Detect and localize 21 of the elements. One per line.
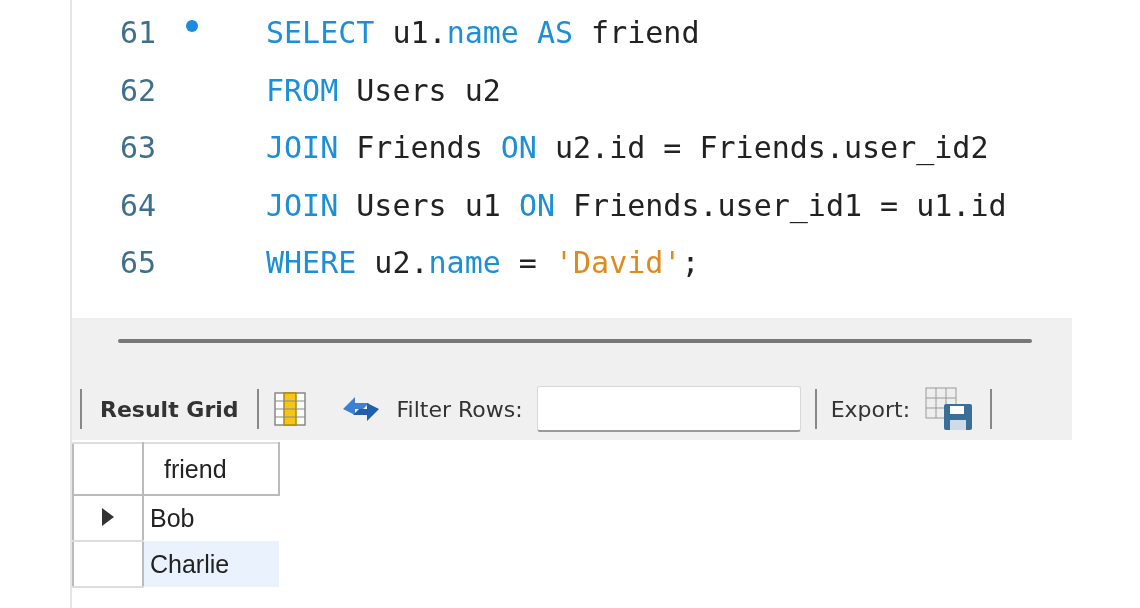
row-header[interactable]	[73, 495, 143, 541]
splitter-handle[interactable]	[118, 339, 1032, 343]
column-header[interactable]: friend	[143, 443, 279, 495]
line-number: 62	[118, 72, 156, 108]
table-cell: Bob	[143, 495, 279, 541]
filter-rows-field[interactable]	[536, 386, 801, 432]
line-number: 63	[118, 130, 156, 166]
code-line: JOIN Users u1 ON Friends.user_id1 = u1.id	[266, 187, 1007, 223]
line-number: 64	[118, 187, 156, 223]
export-label: Export:	[830, 396, 911, 422]
line-number: 61	[118, 15, 156, 51]
code-line: FROM Users u2	[266, 72, 501, 108]
result-grid-tab[interactable]: Result Grid	[96, 396, 243, 422]
code-line: WHERE u2.name = 'David';	[266, 245, 700, 281]
line-number: 65	[118, 245, 156, 281]
table-cell: Charlie	[143, 541, 279, 587]
filter-rows-label: Filter Rows:	[396, 396, 523, 422]
columns-icon[interactable]	[272, 390, 307, 428]
grid-corner-cell	[73, 443, 143, 495]
code-line: SELECT u1.name AS friend	[266, 15, 700, 51]
code-line: JOIN Friends ON u2.id = Friends.user_id2	[266, 130, 989, 166]
